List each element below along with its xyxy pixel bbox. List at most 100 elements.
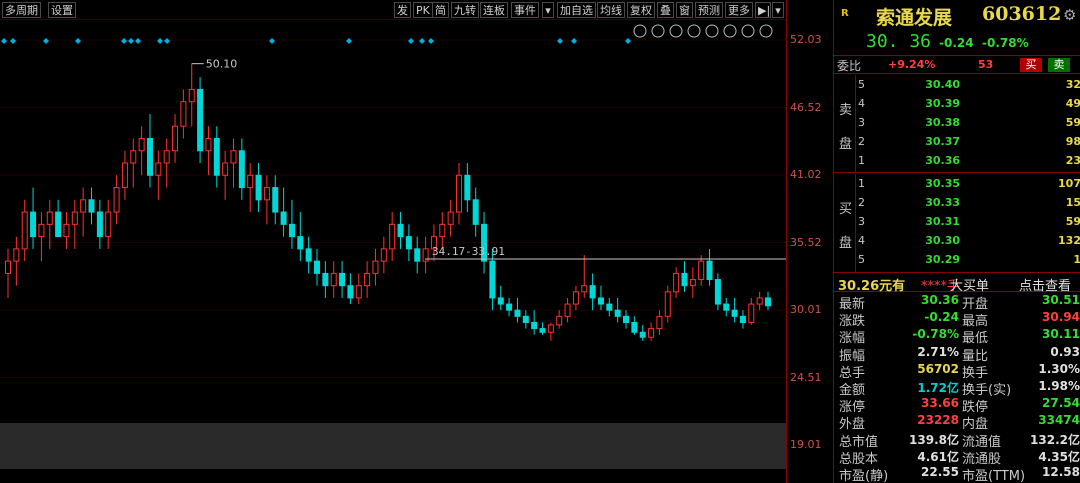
stat-row: 最新 30.36 开盘 30.51 xyxy=(834,293,1080,312)
r-badge: R xyxy=(841,8,849,19)
candle-body xyxy=(305,248,312,262)
book-row[interactable]: 2 30.33 15 xyxy=(834,196,1080,212)
book-volume: 132 xyxy=(1058,234,1080,247)
scroll-track[interactable] xyxy=(0,423,786,469)
kline-chart[interactable]: 50.10 34.17-33.91 xyxy=(0,20,786,483)
candle-body xyxy=(397,223,404,238)
stat-row: 涨幅 -0.78% 最低 30.11 xyxy=(834,327,1080,346)
event-marker-icon[interactable] xyxy=(1,38,7,44)
events-dropdown-icon[interactable]: ▾ xyxy=(542,2,554,18)
candle-body xyxy=(255,174,262,201)
zoom-out-icon[interactable] xyxy=(759,24,773,38)
ma-button[interactable]: 均线 xyxy=(597,2,625,18)
multi-period-button[interactable]: 多周期 xyxy=(2,2,41,18)
stat-value: 27.54 xyxy=(1042,396,1080,411)
stat-value: 30.94 xyxy=(1042,310,1080,325)
stock-name: 索通发展 xyxy=(876,7,953,29)
candle-body xyxy=(138,137,145,152)
candle-body xyxy=(105,211,112,238)
play-icon[interactable] xyxy=(669,24,683,38)
big-order-view-link[interactable]: 点击查看 xyxy=(1019,275,1071,294)
event-marker-icon[interactable] xyxy=(135,38,141,44)
stat-row: 金额 1.72亿 换手(实) 1.98% xyxy=(834,379,1080,398)
candle-body xyxy=(723,303,730,311)
event-marker-icon[interactable] xyxy=(625,38,631,44)
more-dropdown-icon[interactable]: ▾ xyxy=(772,2,784,18)
stat-label: 涨停 xyxy=(839,400,866,416)
pk-button[interactable]: PK xyxy=(413,2,433,18)
lock-icon[interactable] xyxy=(723,24,737,38)
book-volume: 23 xyxy=(1065,154,1080,167)
candle-body xyxy=(514,309,521,317)
weibi-row: 委比 +9.24% 53 买 卖 xyxy=(834,56,1080,74)
book-row[interactable]: 3 30.38 59 xyxy=(834,116,1080,132)
event-marker-icon[interactable] xyxy=(269,38,275,44)
fa-button[interactable]: 发 xyxy=(394,2,411,18)
book-row[interactable]: 4 30.30 132 xyxy=(834,234,1080,250)
candle-body xyxy=(539,328,546,333)
book-row[interactable]: 5 30.40 32 xyxy=(834,78,1080,94)
candle-body xyxy=(163,150,170,164)
stat-value: 30.11 xyxy=(1042,327,1080,342)
book-row[interactable]: 1 30.36 23 xyxy=(834,154,1080,170)
buy-button[interactable]: 买 xyxy=(1020,58,1042,72)
stat-value: 33474 xyxy=(1038,413,1080,428)
book-row[interactable]: 5 30.29 1 xyxy=(834,253,1080,269)
book-row[interactable]: 1 30.35 107 xyxy=(834,177,1080,193)
book-row[interactable]: 4 30.39 49 xyxy=(834,97,1080,113)
overlay-button[interactable]: 叠 xyxy=(657,2,674,18)
sell-button[interactable]: 卖 xyxy=(1048,58,1070,72)
more-button[interactable]: 更多 xyxy=(725,2,753,18)
undo-icon[interactable] xyxy=(687,24,701,38)
event-marker-icon[interactable] xyxy=(10,38,16,44)
eye-icon[interactable] xyxy=(633,24,647,38)
events-button[interactable]: 事件 xyxy=(511,2,539,18)
lianban-button[interactable]: 连板 xyxy=(480,2,508,18)
event-marker-icon[interactable] xyxy=(128,38,134,44)
event-marker-icon[interactable] xyxy=(571,38,577,44)
add-watchlist-button[interactable]: 加自选 xyxy=(557,2,596,18)
event-marker-icon[interactable] xyxy=(121,38,127,44)
candle-body xyxy=(63,223,70,238)
event-marker-icon[interactable] xyxy=(346,38,352,44)
scissors-icon[interactable] xyxy=(705,24,719,38)
panel-toggle-icon[interactable]: ▶| xyxy=(755,2,771,18)
hand-icon[interactable] xyxy=(651,24,665,38)
candle-body xyxy=(380,248,387,262)
simple-button[interactable]: 简 xyxy=(432,2,449,18)
book-row[interactable]: 2 30.37 98 xyxy=(834,135,1080,151)
adjust-button[interactable]: 复权 xyxy=(627,2,655,18)
event-marker-icon[interactable] xyxy=(157,38,163,44)
event-marker-icon[interactable] xyxy=(75,38,81,44)
zoom-in-icon[interactable] xyxy=(741,24,755,38)
jiuzhuan-button[interactable]: 九转 xyxy=(451,2,479,18)
candle-body xyxy=(572,291,579,305)
event-marker-icon[interactable] xyxy=(43,38,49,44)
candle-body xyxy=(564,303,571,317)
event-marker-icon[interactable] xyxy=(428,38,434,44)
candle-body xyxy=(656,315,663,330)
big-order-label: 大买单 xyxy=(950,279,990,294)
book-volume: 49 xyxy=(1065,97,1080,110)
event-marker-icon[interactable] xyxy=(419,38,425,44)
stat-value: 4.61亿 xyxy=(917,449,959,464)
stat-label: 总市值 xyxy=(839,434,879,450)
settings-button[interactable]: 设置 xyxy=(48,2,76,18)
event-marker-icon[interactable] xyxy=(408,38,414,44)
stat-label: 涨跌 xyxy=(839,314,866,330)
book-price: 30.30 xyxy=(925,234,960,247)
window-button[interactable]: 窗 xyxy=(676,2,693,18)
y-tick-label: 30.01 xyxy=(790,303,822,317)
stat-row: 涨停 33.66 跌停 27.54 xyxy=(834,396,1080,416)
event-marker-icon[interactable] xyxy=(557,38,563,44)
gear-icon[interactable]: ⚙ xyxy=(1063,6,1076,24)
event-marker-icon[interactable] xyxy=(164,38,170,44)
candle-body xyxy=(30,211,37,238)
stat-row: 振幅 2.71% 量比 0.93 xyxy=(834,345,1080,364)
stat-value: 1.72亿 xyxy=(917,381,959,395)
book-price: 30.29 xyxy=(925,253,960,266)
stat-row: 涨跌 -0.24 最高 30.94 xyxy=(834,310,1080,330)
last-price: 30. 36 xyxy=(866,31,932,52)
book-row[interactable]: 3 30.31 59 xyxy=(834,215,1080,231)
forecast-button[interactable]: 预测 xyxy=(695,2,723,18)
